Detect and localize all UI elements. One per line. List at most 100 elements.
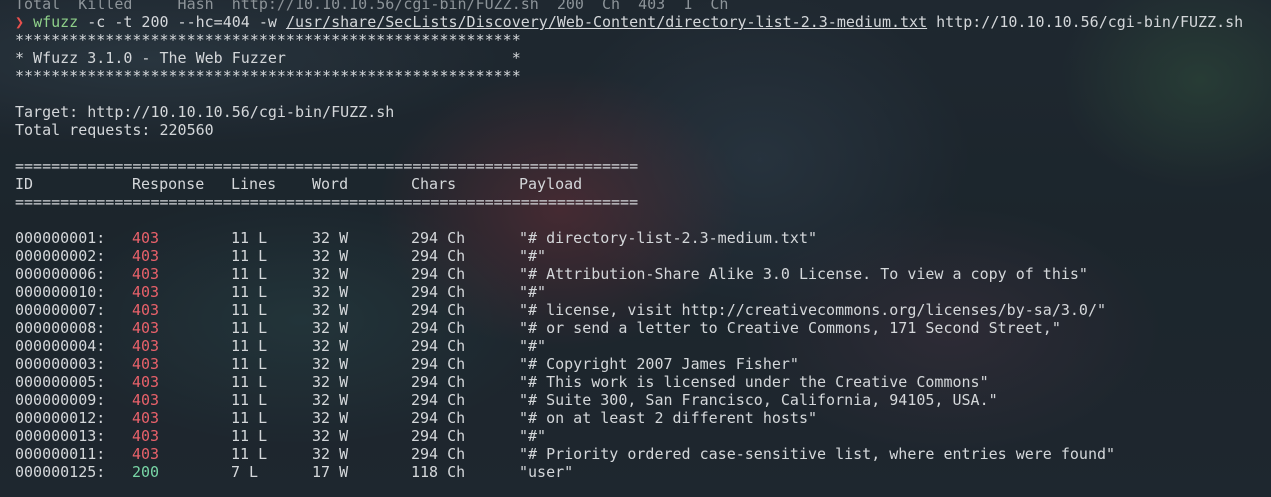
result-word: 32 W xyxy=(312,337,349,355)
result-id: 000000012: xyxy=(15,409,106,427)
result-response: 200 xyxy=(132,463,160,481)
result-chars: 294 Ch xyxy=(411,283,466,301)
result-lines: 11 L xyxy=(231,337,268,355)
header-lines: Lines xyxy=(231,175,277,193)
result-row: 000000001: 403 11 L 32 W 294 Ch "# directory-… xyxy=(15,229,1271,247)
banner-title: * Wfuzz 3.1.0 - The Web Fuzzer * xyxy=(15,49,521,67)
header-id: ID xyxy=(15,175,34,193)
result-word: 32 W xyxy=(312,265,349,283)
result-row: 000000011: 403 11 L 32 W 294 Ch "# Priority o… xyxy=(15,445,1271,463)
result-lines: 11 L xyxy=(231,373,268,391)
result-payload: "#" xyxy=(519,247,547,265)
result-response: 403 xyxy=(132,229,160,247)
result-chars: 294 Ch xyxy=(411,409,466,427)
result-chars: 294 Ch xyxy=(411,229,466,247)
result-response: 403 xyxy=(132,355,160,373)
command-line: ❯ wfuzz -c -t 200 --hc=404 -w /usr/share… xyxy=(15,13,1271,31)
result-lines: 11 L xyxy=(231,283,268,301)
result-lines: 11 L xyxy=(231,265,268,283)
result-id: 000000010: xyxy=(15,283,106,301)
result-row: 000000006: 403 11 L 32 W 294 Ch "# Attributio… xyxy=(15,265,1271,283)
result-row: 000000010: 403 11 L 32 W 294 Ch "#" xyxy=(15,283,1271,301)
result-chars: 294 Ch xyxy=(411,319,466,337)
banner-stars-top: ****************************************… xyxy=(15,31,521,49)
result-id: 000000009: xyxy=(15,391,106,409)
result-payload: "#" xyxy=(519,283,547,301)
result-payload: "#" xyxy=(519,337,547,355)
result-row: 000000008: 403 11 L 32 W 294 Ch "# or send a … xyxy=(15,319,1271,337)
result-word: 32 W xyxy=(312,247,349,265)
partial-previous-line: Total Killed Hash http://10.10.10.56/cgi… xyxy=(15,0,729,13)
total-requests-line: Total requests: 220560 xyxy=(15,121,214,139)
result-row: 000000005: 403 11 L 32 W 294 Ch "# This work … xyxy=(15,373,1271,391)
result-payload: "# Attribution-Share Alike 3.0 License. … xyxy=(519,265,1088,283)
result-payload: "# This work is licensed under the Creat… xyxy=(519,373,989,391)
result-lines: 11 L xyxy=(231,301,268,319)
result-lines: 7 L xyxy=(231,463,259,481)
result-response: 403 xyxy=(132,373,160,391)
result-payload: "# Copyright 2007 James Fisher" xyxy=(519,355,799,373)
result-response: 403 xyxy=(132,283,160,301)
results-header-row: ID Response Lines Word Chars Payload xyxy=(15,175,1271,193)
result-id: 000000008: xyxy=(15,319,106,337)
terminal-output[interactable]: Total Killed Hash http://10.10.10.56/cgi… xyxy=(15,0,1271,481)
result-id: 000000013: xyxy=(15,427,106,445)
result-response: 403 xyxy=(132,265,160,283)
target-line: Target: http://10.10.10.56/cgi-bin/FUZZ.… xyxy=(15,103,395,121)
header-response: Response xyxy=(132,175,205,193)
result-payload: "# on at least 2 different hosts" xyxy=(519,409,818,427)
result-word: 32 W xyxy=(312,355,349,373)
result-response: 403 xyxy=(132,247,160,265)
result-chars: 294 Ch xyxy=(411,265,466,283)
header-word: Word xyxy=(312,175,349,193)
result-chars: 294 Ch xyxy=(411,445,466,463)
result-response: 403 xyxy=(132,427,160,445)
result-word: 32 W xyxy=(312,229,349,247)
result-id: 000000003: xyxy=(15,355,106,373)
result-chars: 294 Ch xyxy=(411,301,466,319)
result-lines: 11 L xyxy=(231,229,268,247)
result-lines: 11 L xyxy=(231,319,268,337)
result-response: 403 xyxy=(132,301,160,319)
result-word: 32 W xyxy=(312,427,349,445)
result-payload: "# license, visit http://creativecommons… xyxy=(519,301,1106,319)
result-chars: 294 Ch xyxy=(411,337,466,355)
result-response: 403 xyxy=(132,391,160,409)
result-row: 000000013: 403 11 L 32 W 294 Ch "#" xyxy=(15,427,1271,445)
result-word: 32 W xyxy=(312,391,349,409)
result-payload: "# directory-list-2.3-medium.txt" xyxy=(519,229,818,247)
result-lines: 11 L xyxy=(231,409,268,427)
separator-bottom: ========================================… xyxy=(15,193,639,211)
result-lines: 11 L xyxy=(231,391,268,409)
result-chars: 294 Ch xyxy=(411,373,466,391)
result-word: 32 W xyxy=(312,445,349,463)
result-response: 403 xyxy=(132,319,160,337)
result-word: 32 W xyxy=(312,301,349,319)
result-lines: 11 L xyxy=(231,247,268,265)
result-row: 000000003: 403 11 L 32 W 294 Ch "# Copyright … xyxy=(15,355,1271,373)
result-payload: "# Suite 300, San Francisco, California,… xyxy=(519,391,998,409)
header-chars: Chars xyxy=(411,175,457,193)
result-id: 000000006: xyxy=(15,265,106,283)
result-row: 000000009: 403 11 L 32 W 294 Ch "# Suite 300,… xyxy=(15,391,1271,409)
result-lines: 11 L xyxy=(231,355,268,373)
result-word: 32 W xyxy=(312,283,349,301)
separator-top: ========================================… xyxy=(15,157,639,175)
command-name: wfuzz xyxy=(33,13,79,31)
result-chars: 294 Ch xyxy=(411,391,466,409)
results-list: 000000001: 403 11 L 32 W 294 Ch "# directory-… xyxy=(15,229,1271,481)
result-payload: "user" xyxy=(519,463,574,481)
result-word: 32 W xyxy=(312,373,349,391)
result-id: 000000004: xyxy=(15,337,106,355)
result-word: 32 W xyxy=(312,319,349,337)
result-id: 000000001: xyxy=(15,229,106,247)
wordlist-path: /usr/share/SecLists/Discovery/Web-Conten… xyxy=(285,13,928,31)
result-response: 403 xyxy=(132,445,160,463)
result-row: 000000007: 403 11 L 32 W 294 Ch "# license, v… xyxy=(15,301,1271,319)
result-payload: "# Priority ordered case-sensitive list,… xyxy=(519,445,1116,463)
result-row: 000000012: 403 11 L 32 W 294 Ch "# on at leas… xyxy=(15,409,1271,427)
result-id: 000000005: xyxy=(15,373,106,391)
prompt-arrow-icon: ❯ xyxy=(15,13,25,31)
